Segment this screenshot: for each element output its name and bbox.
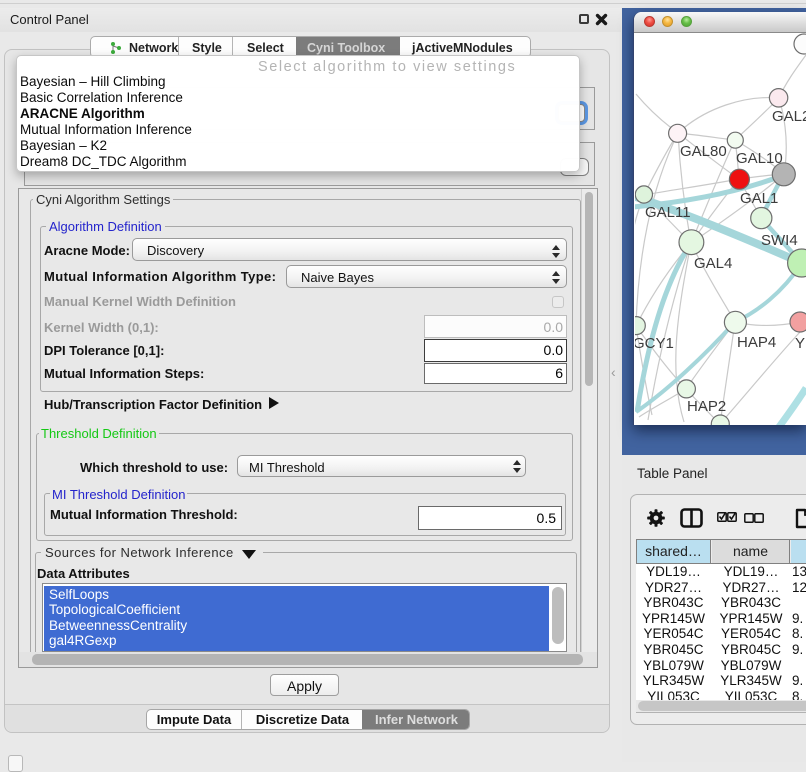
svg-text:GAL2: GAL2 [772,108,806,125]
svg-text:GAL10: GAL10 [736,150,783,167]
svg-text:Y: Y [795,335,805,352]
svg-text:HAP2: HAP2 [687,398,726,415]
svg-text:GCY1: GCY1 [635,335,674,352]
svg-text:SWI4: SWI4 [761,232,798,249]
svg-text:GAL11: GAL11 [645,204,691,221]
svg-text:GAL4: GAL4 [694,255,732,272]
svg-text:GAL80: GAL80 [680,143,727,160]
svg-text:HAP4: HAP4 [737,334,776,351]
svg-text:GAL1: GAL1 [740,190,778,207]
